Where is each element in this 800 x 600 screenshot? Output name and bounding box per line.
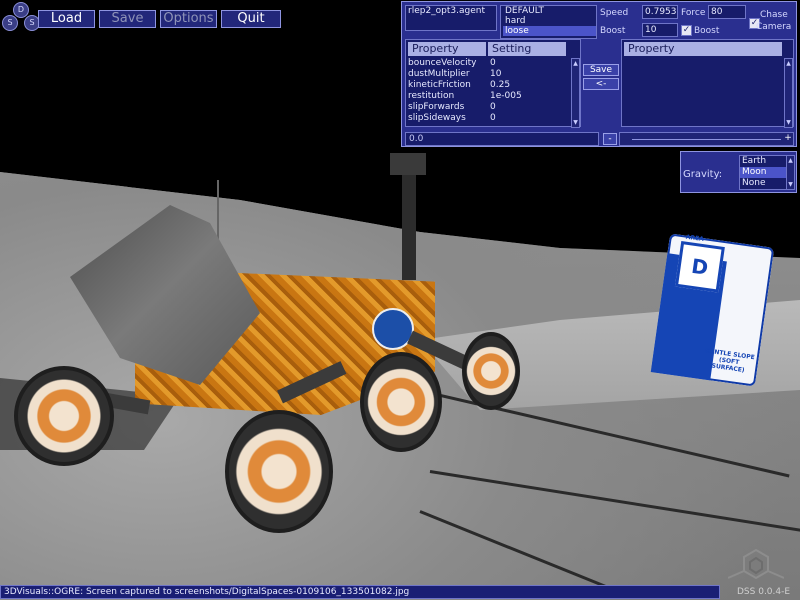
property-value-slider[interactable] — [619, 132, 794, 146]
rover-wheel — [462, 332, 520, 410]
save-button[interactable]: Save — [99, 10, 156, 28]
table-row[interactable]: slipSideways 0 — [408, 113, 570, 124]
version-label: DSS 0.0.4-E — [737, 587, 791, 597]
sign-letter-box: D — [674, 240, 725, 293]
table-row[interactable]: slipForwards 0 — [408, 102, 570, 113]
increment-button[interactable]: + — [782, 133, 794, 145]
table-row[interactable]: kineticFriction 0.25 — [408, 80, 570, 91]
preset-list[interactable]: DEFAULT hard loose — [500, 5, 597, 39]
area-d-sign: D AREA GENTLE SLOPE (SOFT SURFACE) — [650, 233, 775, 387]
boost-checkbox[interactable]: ✓ — [681, 25, 692, 36]
column-header-setting[interactable]: Setting — [488, 42, 566, 56]
column-header-property[interactable]: Property — [408, 42, 486, 56]
gravity-option-moon[interactable]: Moon — [740, 167, 786, 178]
sign-letter: D — [689, 253, 710, 280]
speed-label: Speed — [600, 8, 629, 18]
gravity-option-none[interactable]: None — [740, 178, 786, 189]
scroll-up-icon[interactable]: ▲ — [572, 59, 579, 68]
speed-field[interactable]: 0.79536 — [642, 5, 678, 19]
rover-mast — [402, 165, 416, 280]
chase-camera-label: Chase — [760, 10, 788, 20]
load-button[interactable]: Load — [38, 10, 95, 28]
agent-file-field[interactable]: rlep2_opt3.agent — [405, 5, 497, 31]
dss-corner-logo-icon — [728, 548, 784, 580]
property-editor-panel: rlep2_opt3.agent DEFAULT hard loose Spee… — [401, 1, 797, 147]
preset-item[interactable]: DEFAULT — [503, 6, 596, 16]
scroll-up-icon[interactable]: ▲ — [787, 156, 794, 165]
selected-table-scrollbar[interactable]: ▲ ▼ — [784, 58, 793, 128]
rover-wheel — [225, 410, 333, 533]
gravity-list[interactable]: Earth Moon None — [739, 155, 787, 190]
gravity-scrollbar[interactable]: ▲ ▼ — [786, 155, 795, 190]
scroll-down-icon[interactable]: ▼ — [787, 180, 794, 189]
table-row[interactable]: bounceVelocity 0 — [408, 58, 570, 69]
scroll-up-icon[interactable]: ▲ — [785, 59, 792, 68]
chase-camera-label: Camera — [756, 22, 792, 32]
boost-field[interactable]: 10 — [642, 23, 678, 37]
logo-letter-s: S — [2, 15, 18, 31]
table-row[interactable]: restitution 1e-005 — [408, 91, 570, 102]
decrement-button[interactable]: - — [603, 133, 617, 145]
rover-wheel — [14, 366, 114, 466]
selected-property-table[interactable]: Property — [621, 39, 794, 127]
column-header-property[interactable]: Property — [624, 42, 782, 56]
options-button[interactable]: Options — [160, 10, 217, 28]
status-bar: 3DVisuals::OGRE: Screen captured to scre… — [0, 585, 720, 599]
quit-button[interactable]: Quit — [221, 10, 281, 28]
dss-logo: D S S — [2, 2, 40, 32]
preset-item[interactable]: hard — [503, 16, 596, 26]
move-left-button[interactable]: <- — [583, 78, 619, 90]
gravity-panel: Gravity: Earth Moon None ▲ ▼ — [680, 151, 797, 193]
boost-label: Boost — [600, 26, 626, 36]
main-toolbar: Load Save Options Quit — [38, 10, 281, 28]
rover-camera-head — [390, 153, 426, 175]
gravity-option-earth[interactable]: Earth — [740, 156, 786, 167]
force-field[interactable]: 80 — [708, 5, 746, 19]
table-row[interactable]: dustMultiplier 10 — [408, 69, 570, 80]
property-rows: bounceVelocity 0 dustMultiplier 10 kinetic… — [408, 58, 570, 124]
gravity-label: Gravity: — [683, 169, 723, 180]
slider-track — [632, 139, 781, 140]
property-table-scrollbar[interactable]: ▲ ▼ — [571, 58, 580, 128]
save-property-button[interactable]: Save — [583, 64, 619, 76]
scroll-down-icon[interactable]: ▼ — [785, 118, 792, 127]
force-label: Force — [681, 8, 706, 18]
boost-checkbox-label: Boost — [694, 26, 720, 36]
scroll-down-icon[interactable]: ▼ — [572, 118, 579, 127]
property-table[interactable]: Property Setting bounceVelocity 0 dustMul… — [405, 39, 581, 127]
rover-wheel — [360, 352, 442, 452]
property-value-field[interactable]: 0.0 — [405, 132, 599, 146]
preset-item-selected[interactable]: loose — [503, 26, 596, 36]
